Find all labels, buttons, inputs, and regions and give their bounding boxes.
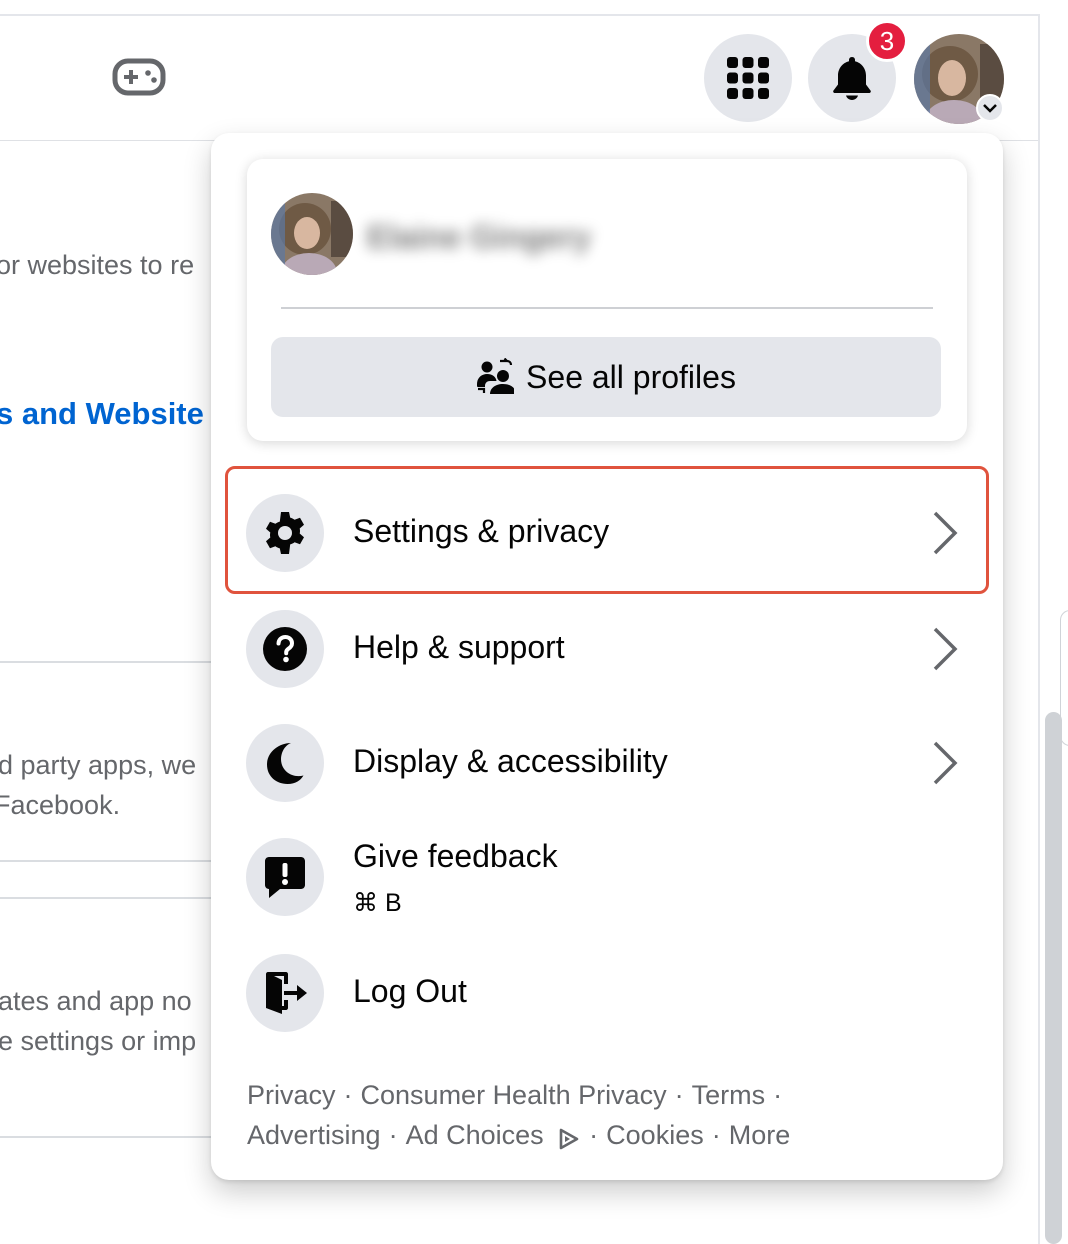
menu-item-label: Settings & privacy	[353, 513, 610, 549]
background-divider	[0, 897, 212, 899]
ad-choices-icon	[559, 1128, 579, 1150]
profile-name[interactable]: Elaine Gingery	[367, 219, 591, 256]
question-icon	[263, 627, 307, 671]
background-text: ates and app no	[0, 986, 192, 1016]
logout-icon	[266, 972, 307, 1014]
background-divider	[0, 661, 212, 663]
notification-count-badge: 3	[866, 20, 908, 62]
chevron-right-icon	[933, 741, 958, 785]
footer-link-cookies[interactable]: Cookies	[606, 1120, 704, 1150]
footer-separator: ·	[343, 1080, 353, 1110]
menu-item-give-feedback[interactable]: Give feedback ⌘ B	[225, 813, 989, 941]
menu-item-log-out[interactable]: Log Out	[225, 927, 989, 1055]
keyboard-shortcut: ⌘ B	[353, 889, 402, 917]
display-icon-circle	[246, 724, 324, 802]
background-text: d party apps, we	[0, 750, 197, 780]
footer-separator: ·	[674, 1080, 684, 1110]
profile-card: Elaine Gingery See all profiles	[247, 159, 967, 441]
footer-separator: ·	[589, 1120, 599, 1150]
background-text: or websites to re	[0, 250, 195, 280]
gear-icon	[266, 512, 304, 554]
footer-separator: ·	[711, 1120, 721, 1150]
switch-profiles-icon	[477, 358, 515, 394]
see-all-profiles-label: See all profiles	[526, 358, 736, 395]
menu-item-help-support[interactable]: Help & support	[225, 585, 989, 713]
moon-icon	[267, 743, 304, 784]
chevron-down-icon	[983, 104, 997, 113]
menu-item-settings-privacy[interactable]: Settings & privacy	[225, 469, 989, 597]
background-divider	[0, 860, 212, 862]
menu-button[interactable]	[704, 34, 792, 122]
footer-link-ad-choices[interactable]: Ad Choices	[406, 1120, 544, 1150]
footer-separator: ·	[773, 1080, 783, 1110]
settings-icon-circle	[246, 494, 324, 572]
grid-menu-icon	[727, 57, 769, 99]
background-divider	[0, 1136, 212, 1138]
footer-link-privacy[interactable]: Privacy	[247, 1080, 336, 1110]
account-caret-button[interactable]	[976, 94, 1004, 122]
feedback-icon-circle	[246, 838, 324, 916]
footer-links: Privacy · Consumer Health Privacy · Terms · A…	[247, 1075, 897, 1155]
profile-divider	[281, 307, 933, 309]
scrollbar-thumb[interactable]	[1045, 712, 1062, 1244]
footer-link-advertising[interactable]: Advertising	[247, 1120, 381, 1150]
chevron-right-icon	[933, 627, 958, 671]
menu-item-label: Display & accessibility	[353, 743, 668, 779]
logout-icon-circle	[246, 954, 324, 1032]
menu-item-label: Help & support	[353, 629, 565, 665]
menu-item-display-accessibility[interactable]: Display & accessibility	[225, 699, 989, 827]
footer-separator: ·	[388, 1120, 398, 1150]
background-link[interactable]: s and Website	[0, 396, 204, 432]
page-right-edge	[1038, 16, 1040, 1244]
footer-link-terms[interactable]: Terms	[692, 1080, 766, 1110]
bell-icon	[833, 57, 871, 100]
background-text: Facebook.	[0, 790, 121, 820]
menu-item-label: Log Out	[353, 973, 467, 1009]
footer-link-more[interactable]: More	[729, 1120, 791, 1150]
footer-link-consumer-health-privacy[interactable]: Consumer Health Privacy	[361, 1080, 667, 1110]
feedback-icon	[265, 857, 305, 898]
account-menu-dropdown: Elaine Gingery See all profiles Settings…	[211, 133, 1003, 1180]
background-text: e settings or imp	[0, 1026, 197, 1056]
chevron-right-icon	[933, 511, 958, 555]
gaming-controller-icon[interactable]	[112, 58, 166, 96]
see-all-profiles-button[interactable]: See all profiles	[271, 337, 941, 417]
help-icon-circle	[246, 610, 324, 688]
menu-item-label: Give feedback	[353, 838, 558, 874]
profile-avatar[interactable]	[271, 193, 353, 275]
